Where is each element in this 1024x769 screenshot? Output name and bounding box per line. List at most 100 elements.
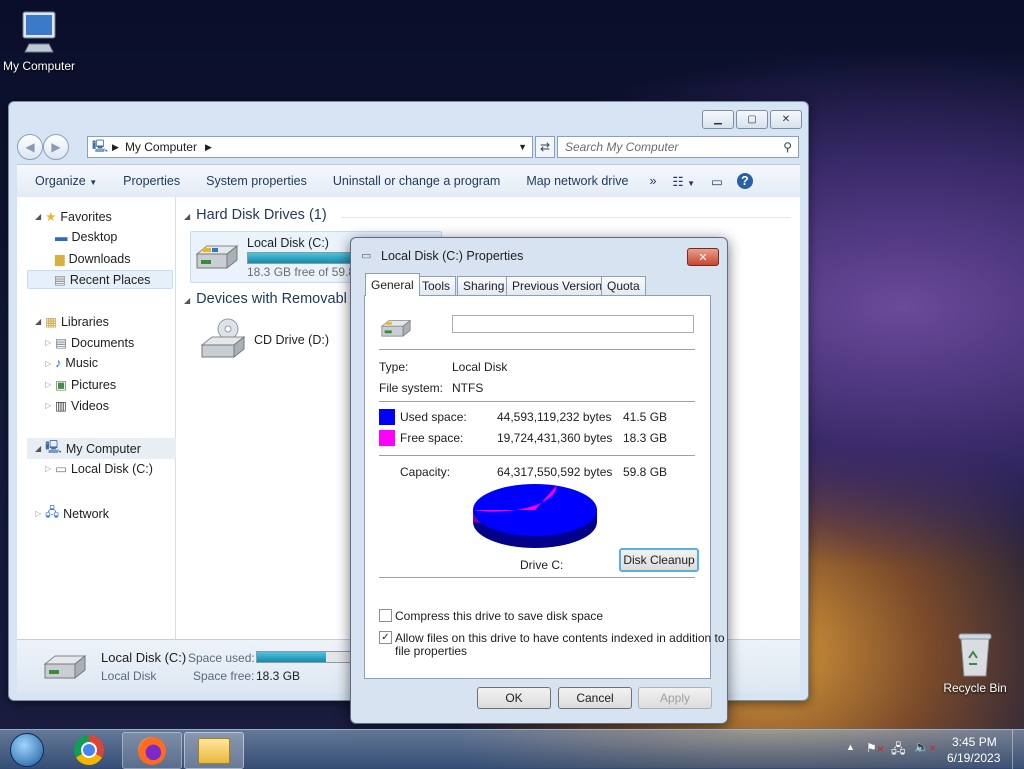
drive-icon: ▭ <box>55 462 67 476</box>
drive-item-cd[interactable]: CD Drive (D:) <box>190 315 350 365</box>
documents-icon: ▤ <box>55 336 67 350</box>
taskbar-explorer[interactable] <box>184 732 244 769</box>
capacity-label: Capacity: <box>400 465 451 479</box>
show-hidden-icons-icon[interactable]: ▲ <box>846 742 855 752</box>
maximize-button[interactable]: ▢ <box>736 110 768 129</box>
index-label-continued[interactable]: file properties <box>395 644 467 658</box>
address-bar[interactable]: 🖳 ▶ My Computer ▶ ▼ <box>87 136 533 158</box>
nav-desktop[interactable]: ▬ Desktop <box>55 230 117 244</box>
music-icon: ♪ <box>55 356 62 370</box>
disk-usage-pie <box>473 484 597 548</box>
properties-dialog: ▭ Local Disk (C:) Properties ✕ General T… <box>350 237 728 724</box>
refresh-button[interactable]: ⇄ <box>535 136 555 158</box>
tab-quota[interactable]: Quota <box>601 276 646 295</box>
firefox-icon <box>138 736 166 765</box>
uninstall-button[interactable]: Uninstall or change a program <box>320 174 513 188</box>
command-bar: Organize ▼ Properties System properties … <box>17 164 800 198</box>
cd-drive-icon <box>200 318 246 359</box>
nav-pictures[interactable]: ▷ ▣ Pictures <box>45 377 116 393</box>
collapsed-arrow-icon: ▷ <box>45 464 52 473</box>
search-input[interactable]: Search My Computer ⚲ <box>557 136 799 158</box>
more-commands-button[interactable]: » <box>641 174 664 188</box>
space-free-value: 18.3 GB <box>256 669 301 683</box>
separator <box>379 401 695 402</box>
desktop-icon-label: My Computer <box>2 59 76 73</box>
clock-time[interactable]: 3:45 PM <box>952 735 997 749</box>
nav-music[interactable]: ▷ ♪ Music <box>45 356 98 370</box>
search-icon[interactable]: ⚲ <box>783 140 792 154</box>
free-gb: 18.3 GB <box>623 431 668 445</box>
details-usage-bar <box>256 651 358 663</box>
nav-libraries[interactable]: ◢ ▦ Libraries <box>35 314 109 330</box>
details-usage-fill <box>257 652 326 662</box>
tab-general[interactable]: General <box>365 273 420 296</box>
disk-cleanup-button[interactable]: Disk Cleanup <box>619 548 699 572</box>
change-view-button[interactable]: ☷ ▼ <box>664 174 703 189</box>
taskbar: ▲ ⚑✕ 🖧 🔈✕ 3:45 PM 6/19/2023 <box>0 729 1024 769</box>
organize-button[interactable]: Organize ▼ <box>17 174 110 188</box>
collapsed-arrow-icon: ▷ <box>45 358 52 368</box>
fs-value: NTFS <box>452 381 484 395</box>
desktop-icon-my-computer[interactable]: My Computer <box>0 8 81 73</box>
network-tray-icon[interactable]: 🖧 <box>891 740 906 762</box>
action-center-icon[interactable]: ⚑✕ <box>866 741 884 755</box>
free-color-swatch <box>379 430 395 446</box>
windows-logo-icon <box>10 732 44 767</box>
compress-label[interactable]: Compress this drive to save disk space <box>395 609 603 623</box>
help-icon[interactable]: ? <box>731 173 759 189</box>
compress-checkbox[interactable] <box>379 609 392 622</box>
group-hard-disk-drives[interactable]: ◢ Hard Disk Drives (1) <box>184 207 327 223</box>
tab-previous-versions[interactable]: Previous Versions <box>506 276 615 295</box>
group-removable-storage[interactable]: ◢ Devices with Removabl <box>184 291 347 307</box>
capacity-gb: 59.8 GB <box>623 465 668 479</box>
start-button[interactable] <box>0 732 54 767</box>
close-dialog-button[interactable]: ✕ <box>687 248 719 266</box>
expanded-arrow-icon: ◢ <box>35 317 42 326</box>
recycle-bin-icon <box>958 633 992 677</box>
drive-name: Local Disk (C:) <box>247 236 329 250</box>
dialog-title: Local Disk (C:) Properties <box>381 249 524 263</box>
ok-button[interactable]: OK <box>477 687 551 709</box>
drive-label-input[interactable] <box>452 315 694 333</box>
nav-downloads[interactable]: ▆ Downloads <box>55 251 130 267</box>
taskbar-firefox[interactable] <box>122 732 182 769</box>
nav-videos[interactable]: ▷ ▥ Videos <box>45 398 109 414</box>
nav-recent-places[interactable]: ▤ Recent Places <box>27 270 173 289</box>
tab-sharing[interactable]: Sharing <box>457 276 511 295</box>
network-icon: 🖧 <box>45 505 60 519</box>
index-label[interactable]: Allow files on this drive to have conten… <box>395 631 725 645</box>
cancel-button[interactable]: Cancel <box>558 687 632 709</box>
back-button[interactable]: ◀ <box>17 134 43 160</box>
preview-pane-button[interactable]: ▭ <box>703 174 731 189</box>
cd-drive-name: CD Drive (D:) <box>254 333 329 347</box>
hard-drive-icon <box>195 244 239 270</box>
map-drive-button[interactable]: Map network drive <box>513 174 641 188</box>
taskbar-chrome[interactable] <box>60 732 118 767</box>
forward-button[interactable]: ▶ <box>43 134 69 160</box>
nav-local-disk[interactable]: ▷ ▭ Local Disk (C:) <box>45 461 153 477</box>
clock-date[interactable]: 6/19/2023 <box>947 751 1000 765</box>
apply-button[interactable]: Apply <box>638 687 712 709</box>
index-checkbox[interactable]: ✓ <box>379 631 392 644</box>
nav-my-computer[interactable]: ◢ 🖳 My Computer <box>27 438 183 459</box>
nav-network[interactable]: ▷ 🖧 Network <box>35 503 109 524</box>
space-used-label: Space used: <box>188 651 255 665</box>
minimize-button[interactable]: ▁ <box>702 110 734 129</box>
chevron-right-icon: ▶ <box>204 141 212 152</box>
breadcrumb[interactable]: My Computer <box>125 140 197 154</box>
close-window-button[interactable]: ✕ <box>770 110 802 129</box>
show-desktop-button[interactable] <box>1012 730 1024 769</box>
address-dropdown-icon[interactable]: ▼ <box>518 142 527 152</box>
volume-muted-icon[interactable]: 🔈✕ <box>914 740 937 754</box>
star-icon: ★ <box>45 210 57 224</box>
properties-button[interactable]: Properties <box>110 174 193 188</box>
nav-documents[interactable]: ▷ ▤ Documents <box>45 335 134 351</box>
drive-icon: ▭ <box>361 250 372 262</box>
tab-tools[interactable]: Tools <box>416 276 457 295</box>
nav-favorites[interactable]: ◢ ★ Favorites <box>35 209 112 225</box>
used-label: Used space: <box>400 410 467 424</box>
desktop-folder-icon: ▬ <box>55 230 68 244</box>
desktop-icon-recycle-bin[interactable]: Recycle Bin <box>933 630 1017 695</box>
system-properties-button[interactable]: System properties <box>193 174 320 188</box>
drive-free-text: 18.3 GB free of 59.8 <box>247 265 356 279</box>
